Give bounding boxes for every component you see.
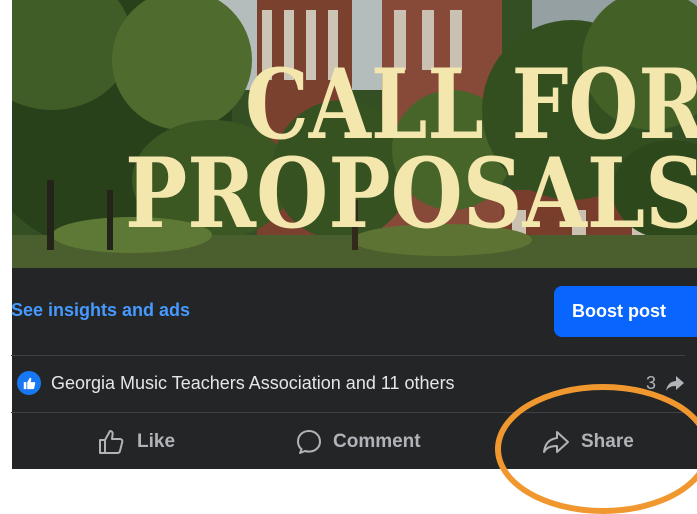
share-highlight-circle: [495, 384, 697, 514]
see-insights-link[interactable]: See insights and ads: [11, 300, 190, 321]
thumbs-up-icon: [17, 371, 41, 395]
comment-label: Comment: [333, 430, 421, 452]
like-button[interactable]: Like: [97, 414, 175, 469]
comment-button[interactable]: Comment: [295, 414, 421, 469]
comment-icon: [297, 429, 321, 454]
share-arrow-icon: [666, 376, 684, 391]
like-label: Like: [137, 430, 176, 452]
reactions-summary[interactable]: Georgia Music Teachers Association and 1…: [51, 373, 455, 394]
post-photo: CALL FOR PROPOSALS: [12, 0, 697, 268]
boost-post-button[interactable]: Boost post: [554, 286, 697, 337]
poster-title-line2: PROPOSALS: [125, 137, 697, 250]
post-image[interactable]: CALL FOR PROPOSALS: [12, 0, 697, 268]
like-icon: [99, 429, 124, 454]
divider: [11, 355, 685, 356]
